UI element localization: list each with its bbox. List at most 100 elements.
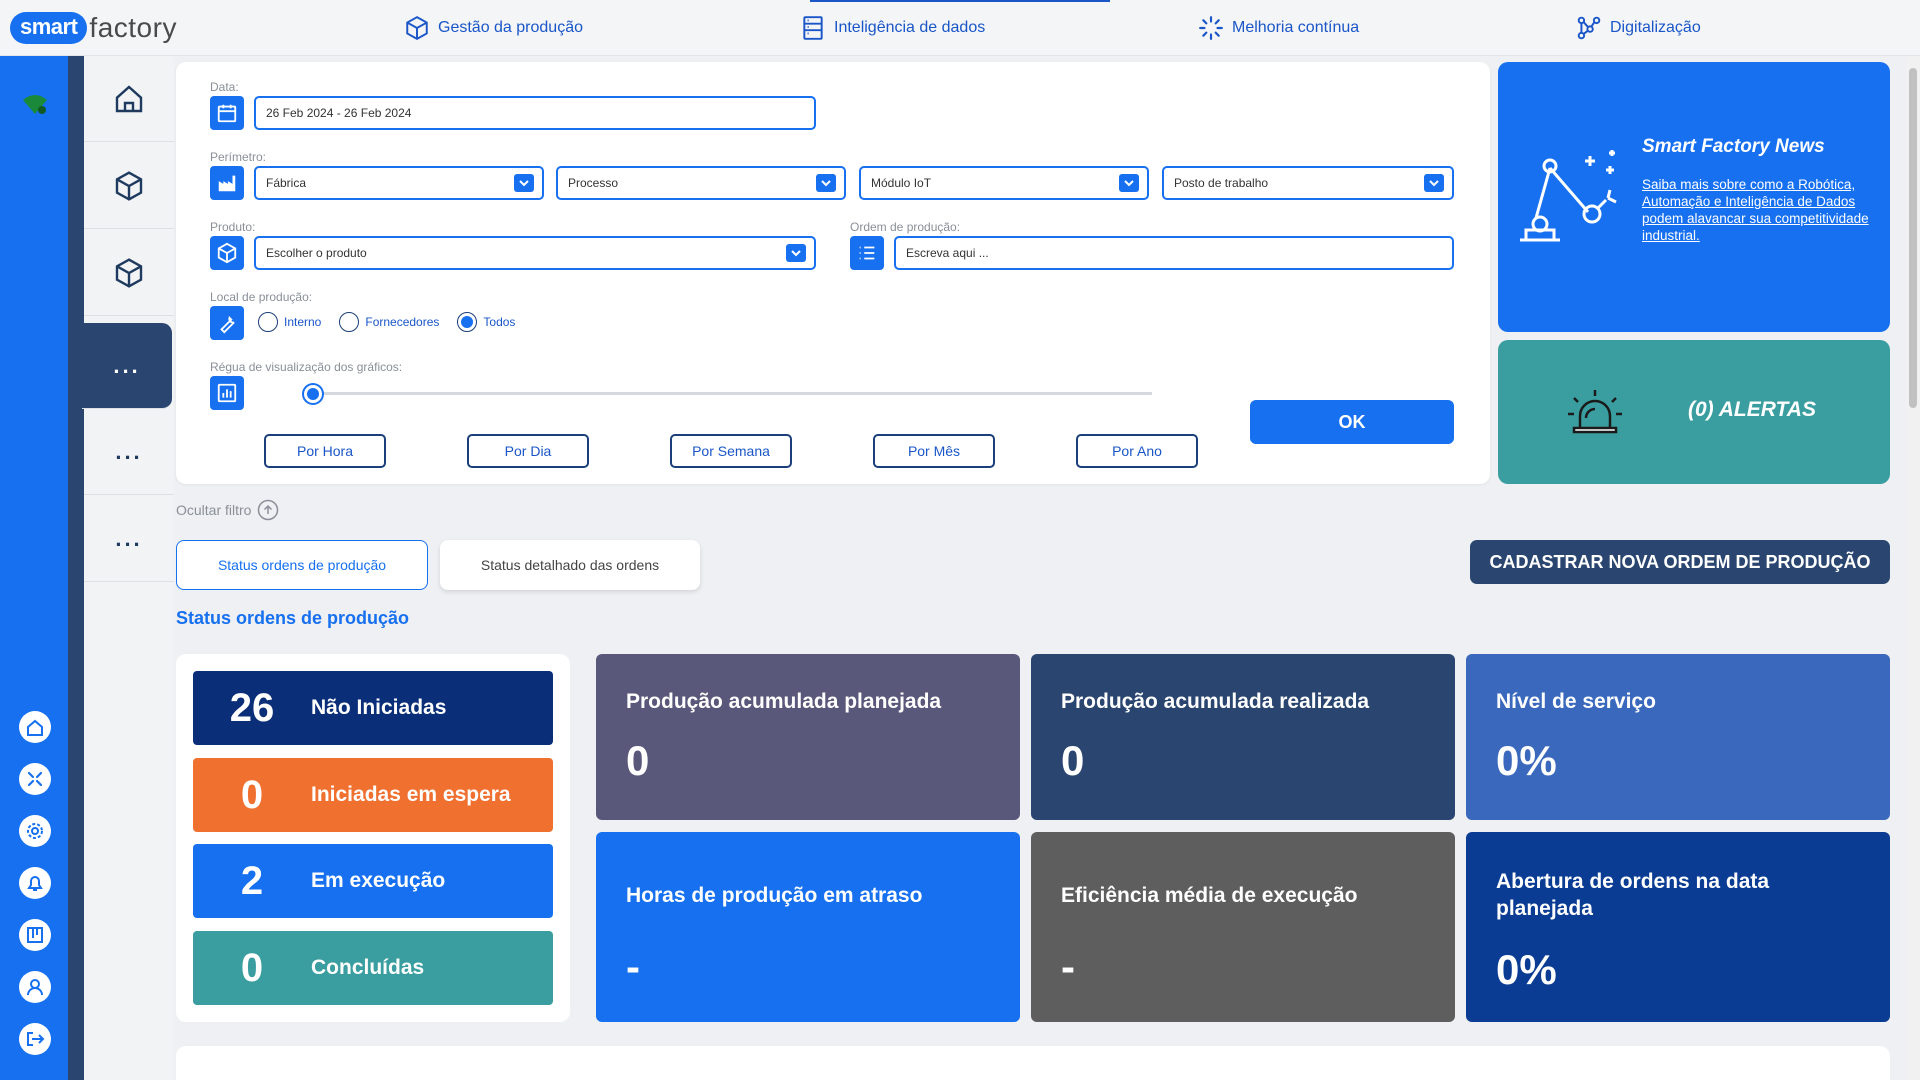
siren-icon <box>1568 390 1622 434</box>
tab-status-detalhado[interactable]: Status detalhado das ordens <box>440 540 700 590</box>
period-year-button[interactable]: Por Ano <box>1076 434 1198 468</box>
network-icon <box>1577 16 1601 40</box>
kpi-title: Nível de serviço <box>1496 690 1656 713</box>
status-count: 0 <box>240 772 264 817</box>
nav-label: Inteligência de dados <box>834 19 986 36</box>
subbar-item-cube-1[interactable] <box>84 143 174 229</box>
product-select[interactable]: Escolher o produto <box>254 236 816 270</box>
new-production-order-button[interactable]: CADASTRAR NOVA ORDEM DE PRODUÇÃO <box>1470 540 1890 584</box>
chevron-down-icon <box>514 174 534 192</box>
chevron-up-circle-icon <box>258 499 279 521</box>
cube-icon <box>406 16 428 40</box>
kpi-producao-realizada[interactable]: Produção acumulada realizada 0 <box>1031 654 1455 820</box>
calendar-button[interactable] <box>210 96 244 130</box>
workstation-select[interactable]: Posto de trabalho <box>1162 166 1454 200</box>
factory-select[interactable]: Fábrica <box>254 166 544 200</box>
kpi-nivel-servico[interactable]: Nível de serviço 0% <box>1466 654 1890 820</box>
kpi-value: 0% <box>1496 737 1557 784</box>
rail-notifications-button[interactable] <box>18 866 52 900</box>
secondary-sidebar: ... ... ... <box>68 56 174 1080</box>
kpi-producao-planejada[interactable]: Produção acumulada planejada 0 <box>596 654 1020 820</box>
ok-button[interactable]: OK <box>1250 400 1454 444</box>
nav-active-indicator <box>810 0 1110 2</box>
rail-board-button[interactable] <box>18 918 52 952</box>
period-hour-button[interactable]: Por Hora <box>264 434 386 468</box>
chevron-down-icon <box>816 174 836 192</box>
period-day-button[interactable]: Por Dia <box>467 434 589 468</box>
news-title: Smart Factory News <box>1642 136 1825 157</box>
date-range-input[interactable]: 26 Feb 2024 - 26 Feb 2024 <box>254 96 816 130</box>
order-list-button[interactable] <box>850 236 884 270</box>
order-input-placeholder: Escreva aqui ... <box>906 246 989 260</box>
section-title: Status ordens de produção <box>176 608 410 628</box>
factory-button[interactable] <box>210 166 244 200</box>
chevron-down-icon <box>1424 174 1444 192</box>
radio-todos[interactable]: Todos <box>457 312 515 332</box>
loader-icon <box>1199 16 1223 40</box>
nav-inteligencia-dados[interactable]: Inteligência de dados <box>800 14 985 42</box>
subbar-item-more-2[interactable]: ... <box>84 409 174 495</box>
brand-logo-factory: factory <box>89 12 177 43</box>
kpi-value: - <box>1061 943 1075 990</box>
product-button[interactable] <box>210 236 244 270</box>
iot-module-select[interactable]: Módulo IoT <box>859 166 1149 200</box>
scrollbar-thumb[interactable] <box>1909 68 1917 408</box>
brand-logo[interactable]: smart factory <box>10 10 177 46</box>
radio-circle-selected <box>457 312 478 332</box>
settings-icon <box>19 815 51 847</box>
board-icon <box>19 919 51 951</box>
status-label: Em execução <box>311 869 446 892</box>
cube-icon <box>115 257 143 288</box>
rail-settings-button[interactable] <box>18 814 52 848</box>
nav-melhoria-continua[interactable]: Melhoria contínua <box>1198 14 1359 42</box>
rail-logout-button[interactable] <box>18 1022 52 1056</box>
alerts-card[interactable]: (0) ALERTAS <box>1498 340 1890 484</box>
process-select[interactable]: Processo <box>556 166 846 200</box>
order-input[interactable]: Escreva aqui ... <box>894 236 1454 270</box>
order-label: Ordem de produção: <box>850 220 961 234</box>
status-row-concluidas[interactable]: 0 Concluídas <box>193 931 553 1005</box>
radio-label: Fornecedores <box>365 315 440 329</box>
rail-move-button[interactable] <box>18 762 52 796</box>
subbar-item-more-active[interactable]: ... <box>82 323 172 409</box>
status-row-em-execucao[interactable]: 2 Em execução <box>193 844 553 918</box>
page-scrollbar[interactable] <box>1906 56 1920 1080</box>
kpi-horas-atraso[interactable]: Horas de produção em atraso - <box>596 832 1020 1022</box>
alerts-text: (0) ALERTAS <box>1688 398 1816 421</box>
rail-home-button[interactable] <box>18 710 52 744</box>
nav-gestao-producao[interactable]: Gestão da produção <box>404 14 583 42</box>
date-range-value: 26 Feb 2024 - 26 Feb 2024 <box>266 106 412 120</box>
rail-user-button[interactable] <box>18 970 52 1004</box>
subbar-item-more-3[interactable]: ... <box>84 496 174 582</box>
news-link[interactable]: Saiba mais sobre como a Robótica, Automa… <box>1642 176 1874 244</box>
left-rail <box>0 56 68 1080</box>
chart-button[interactable] <box>210 376 244 410</box>
status-row-iniciadas-espera[interactable]: 0 Iniciadas em espera <box>193 758 553 832</box>
tab-status-ordens[interactable]: Status ordens de produção <box>176 540 428 590</box>
chevron-down-icon <box>786 244 806 262</box>
radio-interno[interactable]: Interno <box>258 312 321 332</box>
subbar-item-home[interactable] <box>84 56 174 142</box>
ruler-slider-track[interactable] <box>312 392 1152 395</box>
status-row-nao-iniciadas[interactable]: 26 Não Iniciadas <box>193 671 553 745</box>
location-label: Local de produção: <box>210 290 313 304</box>
period-month-button[interactable]: Por Mês <box>873 434 995 468</box>
subbar-item-cube-2[interactable] <box>84 230 174 316</box>
news-card: Smart Factory News Saiba mais sobre como… <box>1498 62 1890 332</box>
status-label: Iniciadas em espera <box>311 783 511 806</box>
location-radio-group: Interno Fornecedores Todos <box>258 312 521 332</box>
workstation-select-value: Posto de trabalho <box>1174 176 1269 190</box>
nav-digitalizacao[interactable]: Digitalização <box>1576 14 1701 42</box>
status-label: Não Iniciadas <box>311 696 447 719</box>
bell-icon <box>19 867 51 899</box>
radio-fornecedores[interactable]: Fornecedores <box>339 312 439 332</box>
wrench-icon <box>220 316 235 334</box>
hide-filter-toggle[interactable]: Ocultar filtro <box>176 499 279 521</box>
kpi-abertura-ordens[interactable]: Abertura de ordens na data planejada 0% <box>1466 832 1890 1022</box>
period-week-button[interactable]: Por Semana <box>670 434 792 468</box>
kpi-eficiencia-media[interactable]: Eficiência média de execução - <box>1031 832 1455 1022</box>
kpi-value: 0% <box>1496 946 1557 993</box>
nav-label: Gestão da produção <box>438 19 583 36</box>
ruler-slider-thumb[interactable] <box>304 385 322 403</box>
wrench-button[interactable] <box>210 306 244 340</box>
